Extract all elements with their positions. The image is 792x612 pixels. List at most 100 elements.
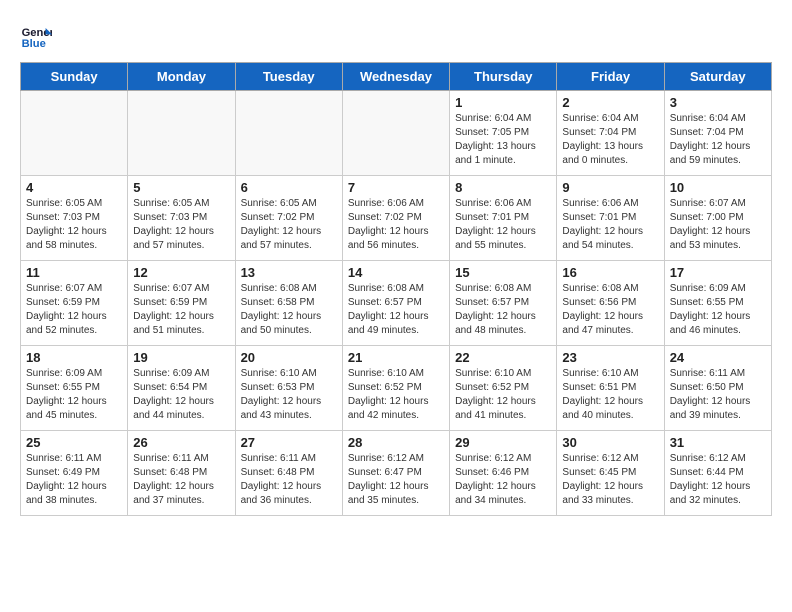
- calendar-cell: 3 Sunrise: 6:04 AM Sunset: 7:04 PM Daylig…: [664, 91, 771, 176]
- calendar-cell: 11 Sunrise: 6:07 AM Sunset: 6:59 PM Dayli…: [21, 261, 128, 346]
- day-number: 17: [670, 265, 766, 280]
- calendar-cell: 24 Sunrise: 6:11 AM Sunset: 6:50 PM Dayli…: [664, 346, 771, 431]
- calendar-cell: 2 Sunrise: 6:04 AM Sunset: 7:04 PM Daylig…: [557, 91, 664, 176]
- calendar-cell: 1 Sunrise: 6:04 AM Sunset: 7:05 PM Daylig…: [450, 91, 557, 176]
- calendar-cell: 27 Sunrise: 6:11 AM Sunset: 6:48 PM Dayli…: [235, 431, 342, 516]
- day-info: Sunrise: 6:11 AM Sunset: 6:48 PM Dayligh…: [241, 452, 337, 508]
- day-number: 15: [455, 265, 551, 280]
- calendar-cell: [342, 91, 449, 176]
- day-number: 1: [455, 95, 551, 110]
- day-number: 27: [241, 435, 337, 450]
- calendar-cell: 30 Sunrise: 6:12 AM Sunset: 6:45 PM Dayli…: [557, 431, 664, 516]
- day-info: Sunrise: 6:07 AM Sunset: 6:59 PM Dayligh…: [26, 282, 122, 338]
- day-number: 16: [562, 265, 658, 280]
- day-info: Sunrise: 6:07 AM Sunset: 7:00 PM Dayligh…: [670, 197, 766, 253]
- calendar-cell: 7 Sunrise: 6:06 AM Sunset: 7:02 PM Daylig…: [342, 176, 449, 261]
- day-info: Sunrise: 6:04 AM Sunset: 7:05 PM Dayligh…: [455, 112, 551, 168]
- day-info: Sunrise: 6:12 AM Sunset: 6:44 PM Dayligh…: [670, 452, 766, 508]
- day-info: Sunrise: 6:09 AM Sunset: 6:54 PM Dayligh…: [133, 367, 229, 423]
- day-number: 29: [455, 435, 551, 450]
- day-number: 8: [455, 180, 551, 195]
- calendar-cell: 26 Sunrise: 6:11 AM Sunset: 6:48 PM Dayli…: [128, 431, 235, 516]
- day-info: Sunrise: 6:11 AM Sunset: 6:48 PM Dayligh…: [133, 452, 229, 508]
- calendar-cell: [235, 91, 342, 176]
- day-number: 10: [670, 180, 766, 195]
- calendar-cell: 29 Sunrise: 6:12 AM Sunset: 6:46 PM Dayli…: [450, 431, 557, 516]
- logo: General Blue: [20, 20, 60, 52]
- day-info: Sunrise: 6:05 AM Sunset: 7:02 PM Dayligh…: [241, 197, 337, 253]
- calendar-cell: 17 Sunrise: 6:09 AM Sunset: 6:55 PM Dayli…: [664, 261, 771, 346]
- day-info: Sunrise: 6:05 AM Sunset: 7:03 PM Dayligh…: [133, 197, 229, 253]
- day-info: Sunrise: 6:09 AM Sunset: 6:55 PM Dayligh…: [670, 282, 766, 338]
- calendar-body: 1 Sunrise: 6:04 AM Sunset: 7:05 PM Daylig…: [21, 91, 772, 516]
- day-header-wednesday: Wednesday: [342, 63, 449, 91]
- day-header-saturday: Saturday: [664, 63, 771, 91]
- day-info: Sunrise: 6:10 AM Sunset: 6:53 PM Dayligh…: [241, 367, 337, 423]
- calendar-week-5: 25 Sunrise: 6:11 AM Sunset: 6:49 PM Dayli…: [21, 431, 772, 516]
- day-info: Sunrise: 6:12 AM Sunset: 6:47 PM Dayligh…: [348, 452, 444, 508]
- day-number: 31: [670, 435, 766, 450]
- calendar-cell: 5Sunrise: 6:05 AM Sunset: 7:03 PM Daylig…: [128, 176, 235, 261]
- day-info: Sunrise: 6:05 AM Sunset: 7:03 PM Dayligh…: [26, 197, 122, 253]
- calendar-cell: 23 Sunrise: 6:10 AM Sunset: 6:51 PM Dayli…: [557, 346, 664, 431]
- calendar-week-3: 11 Sunrise: 6:07 AM Sunset: 6:59 PM Dayli…: [21, 261, 772, 346]
- day-info: Sunrise: 6:07 AM Sunset: 6:59 PM Dayligh…: [133, 282, 229, 338]
- calendar-cell: 28 Sunrise: 6:12 AM Sunset: 6:47 PM Dayli…: [342, 431, 449, 516]
- day-number: 14: [348, 265, 444, 280]
- day-info: Sunrise: 6:08 AM Sunset: 6:57 PM Dayligh…: [455, 282, 551, 338]
- calendar-cell: 25 Sunrise: 6:11 AM Sunset: 6:49 PM Dayli…: [21, 431, 128, 516]
- calendar-cell: 8Sunrise: 6:06 AM Sunset: 7:01 PM Daylig…: [450, 176, 557, 261]
- calendar-cell: 15 Sunrise: 6:08 AM Sunset: 6:57 PM Dayli…: [450, 261, 557, 346]
- day-number: 11: [26, 265, 122, 280]
- day-number: 2: [562, 95, 658, 110]
- day-number: 7: [348, 180, 444, 195]
- logo-icon: General Blue: [20, 20, 52, 52]
- day-number: 13: [241, 265, 337, 280]
- day-number: 24: [670, 350, 766, 365]
- day-number: 21: [348, 350, 444, 365]
- calendar-cell: 18Sunrise: 6:09 AM Sunset: 6:55 PM Dayli…: [21, 346, 128, 431]
- day-info: Sunrise: 6:12 AM Sunset: 6:45 PM Dayligh…: [562, 452, 658, 508]
- day-info: Sunrise: 6:08 AM Sunset: 6:56 PM Dayligh…: [562, 282, 658, 338]
- day-info: Sunrise: 6:08 AM Sunset: 6:58 PM Dayligh…: [241, 282, 337, 338]
- page-header: General Blue: [20, 20, 772, 52]
- calendar-cell: 31 Sunrise: 6:12 AM Sunset: 6:44 PM Dayli…: [664, 431, 771, 516]
- day-info: Sunrise: 6:11 AM Sunset: 6:50 PM Dayligh…: [670, 367, 766, 423]
- day-number: 25: [26, 435, 122, 450]
- calendar-cell: [21, 91, 128, 176]
- calendar-cell: 21Sunrise: 6:10 AM Sunset: 6:52 PM Dayli…: [342, 346, 449, 431]
- calendar-week-4: 18Sunrise: 6:09 AM Sunset: 6:55 PM Dayli…: [21, 346, 772, 431]
- calendar-cell: 10 Sunrise: 6:07 AM Sunset: 7:00 PM Dayli…: [664, 176, 771, 261]
- day-number: 22: [455, 350, 551, 365]
- calendar-cell: 4 Sunrise: 6:05 AM Sunset: 7:03 PM Daylig…: [21, 176, 128, 261]
- day-number: 4: [26, 180, 122, 195]
- day-info: Sunrise: 6:04 AM Sunset: 7:04 PM Dayligh…: [562, 112, 658, 168]
- day-info: Sunrise: 6:06 AM Sunset: 7:01 PM Dayligh…: [562, 197, 658, 253]
- calendar-cell: 20 Sunrise: 6:10 AM Sunset: 6:53 PM Dayli…: [235, 346, 342, 431]
- calendar-week-2: 4 Sunrise: 6:05 AM Sunset: 7:03 PM Daylig…: [21, 176, 772, 261]
- day-info: Sunrise: 6:12 AM Sunset: 6:46 PM Dayligh…: [455, 452, 551, 508]
- day-number: 30: [562, 435, 658, 450]
- day-info: Sunrise: 6:06 AM Sunset: 7:02 PM Dayligh…: [348, 197, 444, 253]
- day-info: Sunrise: 6:04 AM Sunset: 7:04 PM Dayligh…: [670, 112, 766, 168]
- day-number: 19: [133, 350, 229, 365]
- day-number: 26: [133, 435, 229, 450]
- day-header-friday: Friday: [557, 63, 664, 91]
- day-number: 3: [670, 95, 766, 110]
- day-number: 12: [133, 265, 229, 280]
- day-number: 23: [562, 350, 658, 365]
- calendar-cell: 13 Sunrise: 6:08 AM Sunset: 6:58 PM Dayli…: [235, 261, 342, 346]
- day-info: Sunrise: 6:09 AM Sunset: 6:55 PM Dayligh…: [26, 367, 122, 423]
- day-header-thursday: Thursday: [450, 63, 557, 91]
- day-number: 6: [241, 180, 337, 195]
- day-info: Sunrise: 6:10 AM Sunset: 6:51 PM Dayligh…: [562, 367, 658, 423]
- calendar-cell: 16 Sunrise: 6:08 AM Sunset: 6:56 PM Dayli…: [557, 261, 664, 346]
- day-info: Sunrise: 6:10 AM Sunset: 6:52 PM Dayligh…: [455, 367, 551, 423]
- calendar-table: SundayMondayTuesdayWednesdayThursdayFrid…: [20, 62, 772, 516]
- calendar-cell: 22 Sunrise: 6:10 AM Sunset: 6:52 PM Dayli…: [450, 346, 557, 431]
- day-number: 28: [348, 435, 444, 450]
- calendar-cell: 9Sunrise: 6:06 AM Sunset: 7:01 PM Daylig…: [557, 176, 664, 261]
- day-info: Sunrise: 6:11 AM Sunset: 6:49 PM Dayligh…: [26, 452, 122, 508]
- svg-text:Blue: Blue: [22, 38, 46, 50]
- day-number: 20: [241, 350, 337, 365]
